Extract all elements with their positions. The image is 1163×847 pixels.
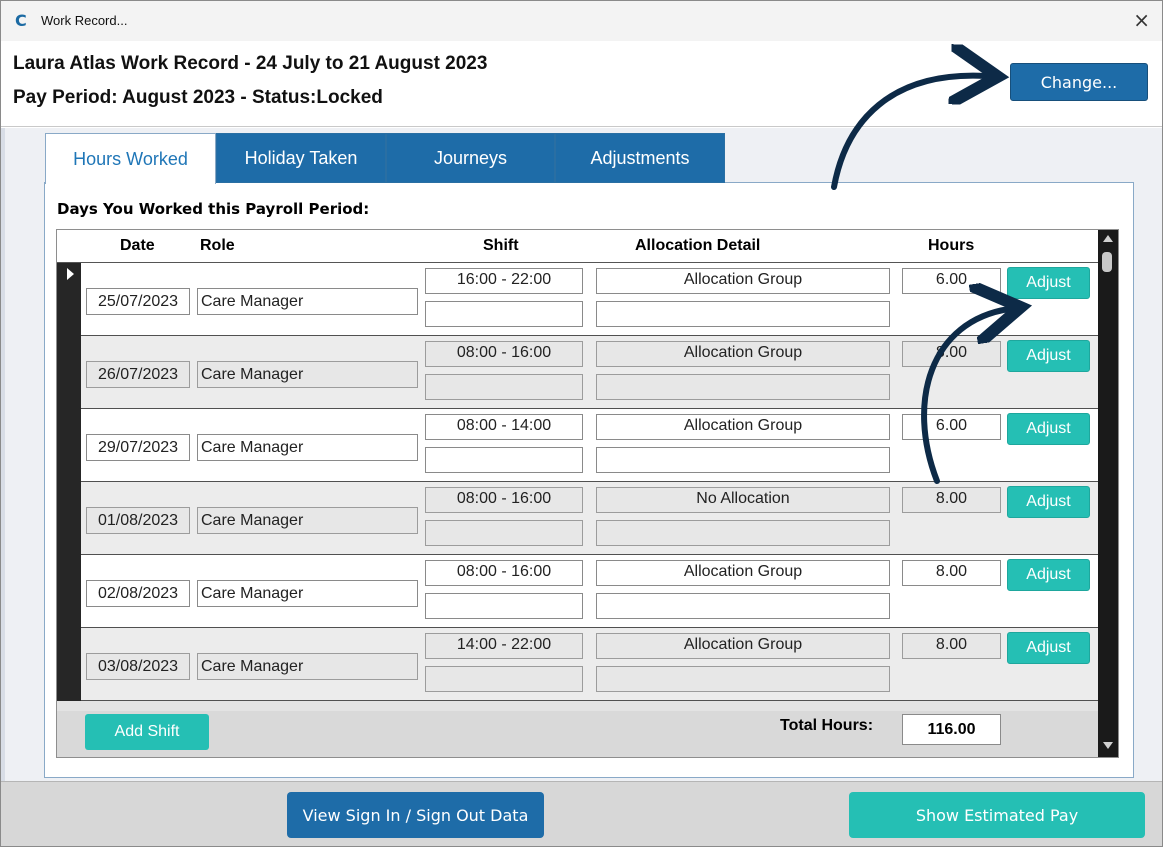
tab-adjustments[interactable]: Adjustments [555,133,725,183]
shift-time-field[interactable]: 08:00 - 16:00 [425,560,583,586]
row-selector[interactable] [57,482,81,555]
shift-extra-field[interactable] [425,520,583,546]
table-row[interactable]: 25/07/2023 Care Manager 16:00 - 22:00 Alloc… [57,263,1098,336]
role-field[interactable]: Care Manager [197,434,418,461]
tab-holiday-taken[interactable]: Holiday Taken [216,133,386,183]
allocation-extra-field[interactable] [596,447,890,473]
shift-time-field[interactable]: 14:00 - 22:00 [425,633,583,659]
date-field[interactable]: 02/08/2023 [86,580,190,607]
row-selector[interactable] [57,555,81,628]
adjust-button[interactable]: Adjust [1007,267,1090,299]
shifts-grid: Date Role Shift Allocation Detail Hours … [56,229,1119,758]
allocation-field[interactable]: No Allocation [596,487,890,513]
col-hours: Hours [928,237,975,254]
title-bar: C Work Record... × [1,1,1162,41]
record-header: Laura Atlas Work Record - 24 July to 21 … [1,41,1162,127]
vertical-scrollbar[interactable] [1098,230,1118,757]
role-field[interactable]: Care Manager [197,507,418,534]
date-field[interactable]: 03/08/2023 [86,653,190,680]
scroll-down-icon[interactable] [1103,742,1113,749]
col-shift: Shift [483,237,519,254]
change-button[interactable]: Change... [1010,63,1148,101]
adjust-button[interactable]: Adjust [1007,632,1090,664]
hours-field[interactable]: 6.00 [902,268,1001,294]
allocation-field[interactable]: Allocation Group [596,633,890,659]
adjust-button[interactable]: Adjust [1007,340,1090,372]
close-icon[interactable]: × [1133,8,1150,32]
allocation-field[interactable]: Allocation Group [596,414,890,440]
total-hours-value: 116.00 [902,714,1001,745]
row-selector[interactable] [57,336,81,409]
adjust-button[interactable]: Adjust [1007,559,1090,591]
allocation-extra-field[interactable] [596,666,890,692]
table-row[interactable]: 02/08/2023 Care Manager 08:00 - 16:00 Alloc… [57,555,1098,628]
shift-time-field[interactable]: 16:00 - 22:00 [425,268,583,294]
scroll-thumb[interactable] [1102,252,1112,272]
shift-extra-field[interactable] [425,374,583,400]
record-title: Laura Atlas Work Record - 24 July to 21 … [13,53,488,74]
work-record-window: C Work Record... × Laura Atlas Work Reco… [0,0,1163,847]
role-field[interactable]: Care Manager [197,653,418,680]
show-estimated-pay-button[interactable]: Show Estimated Pay [849,792,1145,838]
allocation-field[interactable]: Allocation Group [596,268,890,294]
date-field[interactable]: 25/07/2023 [86,288,190,315]
hours-field[interactable]: 8.00 [902,560,1001,586]
bottom-action-bar: View Sign In / Sign Out Data Show Estima… [1,781,1162,846]
table-row[interactable]: 26/07/2023 Care Manager 08:00 - 16:00 Alloc… [57,336,1098,409]
tab-journeys[interactable]: Journeys [386,133,555,183]
col-allocation: Allocation Detail [635,237,761,254]
allocation-extra-field[interactable] [596,593,890,619]
window-title: Work Record... [41,13,128,28]
allocation-extra-field[interactable] [596,374,890,400]
tab-hours-worked[interactable]: Hours Worked [45,133,216,184]
grid-header: Date Role Shift Allocation Detail Hours [57,230,1098,263]
scroll-up-icon[interactable] [1103,235,1113,242]
add-shift-button[interactable]: Add Shift [85,714,209,750]
hours-field[interactable]: 8.00 [902,341,1001,367]
row-selector[interactable] [57,409,81,482]
shift-time-field[interactable]: 08:00 - 16:00 [425,487,583,513]
table-row[interactable]: 01/08/2023 Care Manager 08:00 - 16:00 No Al… [57,482,1098,555]
allocation-extra-field[interactable] [596,301,890,327]
date-field[interactable]: 01/08/2023 [86,507,190,534]
left-edge [1,128,5,781]
total-hours-label: Total Hours: [780,717,874,734]
table-row[interactable]: 03/08/2023 Care Manager 14:00 - 22:00 Alloc… [57,628,1098,701]
grid-footer: Add Shift Total Hours: 116.00 [57,711,1098,757]
role-field[interactable]: Care Manager [197,361,418,388]
adjust-button[interactable]: Adjust [1007,486,1090,518]
date-field[interactable]: 29/07/2023 [86,434,190,461]
row-selector[interactable] [57,628,81,701]
date-field[interactable]: 26/07/2023 [86,361,190,388]
adjust-button[interactable]: Adjust [1007,413,1090,445]
section-title: Days You Worked this Payroll Period: [57,200,370,218]
app-logo-icon: C [15,11,27,30]
col-role: Role [200,237,235,254]
shift-extra-field[interactable] [425,593,583,619]
allocation-extra-field[interactable] [596,520,890,546]
row-selector[interactable] [57,263,81,336]
table-row[interactable]: 29/07/2023 Care Manager 08:00 - 14:00 Alloc… [57,409,1098,482]
shift-extra-field[interactable] [425,666,583,692]
current-row-arrow-icon [67,268,74,280]
col-date: Date [120,237,155,254]
rows-area: 25/07/2023 Care Manager 16:00 - 22:00 Alloc… [57,263,1098,711]
pay-period-status: Pay Period: August 2023 - Status:Locked [13,87,383,108]
shift-time-field[interactable]: 08:00 - 14:00 [425,414,583,440]
role-field[interactable]: Care Manager [197,580,418,607]
hours-field[interactable]: 8.00 [902,633,1001,659]
allocation-field[interactable]: Allocation Group [596,341,890,367]
shift-time-field[interactable]: 08:00 - 16:00 [425,341,583,367]
role-field[interactable]: Care Manager [197,288,418,315]
hours-field[interactable]: 6.00 [902,414,1001,440]
view-sign-in-out-button[interactable]: View Sign In / Sign Out Data [287,792,544,838]
shift-extra-field[interactable] [425,447,583,473]
shift-extra-field[interactable] [425,301,583,327]
allocation-field[interactable]: Allocation Group [596,560,890,586]
hours-field[interactable]: 8.00 [902,487,1001,513]
